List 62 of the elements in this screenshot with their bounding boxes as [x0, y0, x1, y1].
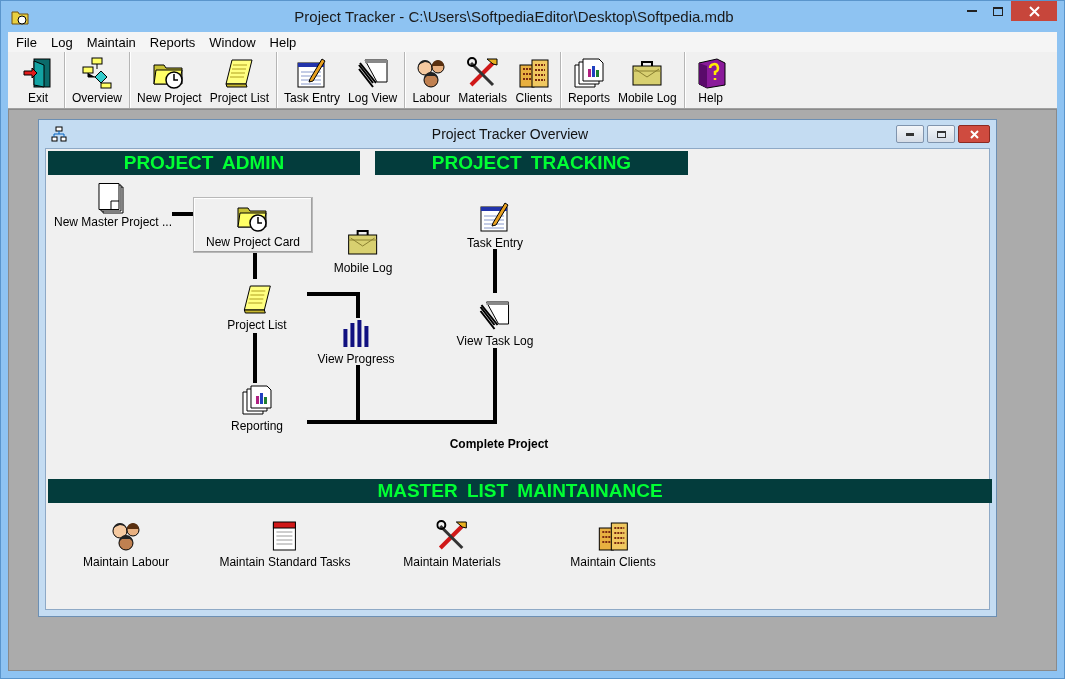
tools-icon: [466, 57, 499, 89]
minimize-icon: [967, 10, 977, 12]
people-icon: [110, 520, 142, 552]
toolbar-button[interactable]: Overview: [68, 52, 126, 108]
close-icon: [1028, 5, 1040, 17]
toolbar-button[interactable]: Help: [687, 52, 734, 108]
toolbar-button[interactable]: New Project: [133, 52, 206, 108]
diagram-node[interactable]: View Progress: [317, 317, 395, 366]
close-button[interactable]: [1011, 1, 1057, 21]
restore-icon: [936, 130, 946, 138]
menu-item[interactable]: Help: [262, 34, 304, 50]
toolbar-button[interactable]: Clients: [510, 52, 557, 108]
menu-item[interactable]: Window: [202, 34, 263, 50]
close-icon: [969, 129, 979, 139]
diagram-node[interactable]: Mobile Log: [333, 226, 393, 275]
menu-item[interactable]: Maintain: [79, 34, 143, 50]
tools-icon: [436, 520, 468, 552]
toolbar-button[interactable]: Exit: [15, 52, 61, 108]
child-window-title: Project Tracker Overview: [430, 126, 590, 142]
diagram-node[interactable]: Maintain Clients: [570, 520, 656, 569]
menu-item[interactable]: Reports: [142, 34, 203, 50]
restore-button[interactable]: [927, 125, 955, 143]
diagram-node[interactable]: Task Entry: [467, 201, 523, 250]
diagram-node[interactable]: Maintain Materials: [403, 520, 501, 569]
close-button[interactable]: [958, 125, 990, 143]
section-header: MASTER LIST MAINTAINANCE: [48, 479, 992, 503]
scroll-icon: [241, 283, 273, 315]
toolbar-button[interactable]: Task Entry: [280, 52, 345, 108]
people-icon: [415, 57, 448, 89]
minimize-icon: [906, 132, 914, 136]
flowchart-icon: [81, 57, 113, 89]
diagram-node[interactable]: Maintain Labour: [82, 520, 170, 569]
diagram-node[interactable]: New Project Card: [193, 197, 313, 253]
toolbar-button[interactable]: Reports: [563, 52, 614, 108]
building-icon: [597, 520, 629, 552]
toolbar-button[interactable]: Labour: [408, 52, 455, 108]
door-icon: [22, 57, 54, 89]
network-icon: [51, 126, 67, 142]
menu-item[interactable]: Log: [43, 34, 80, 50]
section-header: PROJECT TRACKING: [375, 151, 688, 175]
maximize-icon: [993, 6, 1003, 16]
papers-icon: [479, 299, 511, 331]
reports-icon: [241, 384, 273, 416]
notepad-pen-icon: [479, 201, 511, 233]
building-icon: [517, 57, 550, 89]
toolbar-button[interactable]: Materials: [454, 52, 511, 108]
reports-icon: [572, 57, 605, 89]
scroll-icon: [223, 57, 256, 89]
section-header: PROJECT ADMIN: [48, 151, 360, 175]
minimize-button[interactable]: [896, 125, 924, 143]
node-label[interactable]: Complete Project: [449, 437, 549, 451]
diagram-node[interactable]: Project List: [227, 283, 287, 332]
menu-item[interactable]: File: [9, 34, 44, 50]
diagram-node[interactable]: Maintain Standard Tasks: [219, 520, 351, 569]
toolbar-button[interactable]: Log View: [344, 52, 402, 108]
window-title: Project Tracker - C:\Users\SoftpediaEditor\Desktop\Softpedia.mdb: [293, 8, 735, 25]
diagram-node[interactable]: New Master Project ...: [54, 183, 172, 229]
papers-icon: [356, 57, 389, 89]
diagram-node[interactable]: Reporting: [231, 384, 283, 433]
toolbar-button[interactable]: Project List: [205, 52, 274, 108]
toolbar-button[interactable]: Mobile Log: [613, 52, 681, 108]
diagram-node[interactable]: View Task Log: [456, 299, 534, 348]
